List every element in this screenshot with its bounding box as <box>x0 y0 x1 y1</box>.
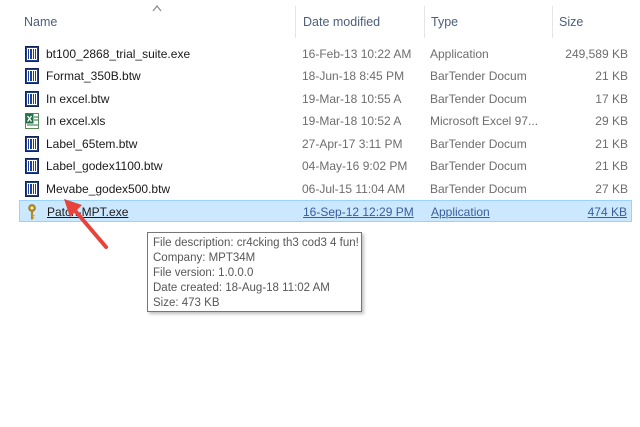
file-name: In excel.xls <box>46 114 106 128</box>
file-row[interactable]: bt100_2868_trial_suite.exe 16-Feb-13 10:2… <box>19 43 632 65</box>
file-name: In excel.btw <box>46 92 110 106</box>
file-name: Format_350B.btw <box>46 69 141 83</box>
column-header-date-modified[interactable]: Date modified <box>303 15 380 29</box>
file-size: 21 KB <box>595 159 628 173</box>
tooltip-date-created: Date created: 18-Aug-18 11:02 AM <box>153 282 330 294</box>
key-icon <box>26 204 40 220</box>
file-date-modified: 16-Sep-12 12:29 PM <box>303 205 414 219</box>
file-size: 29 KB <box>595 114 628 128</box>
tooltip-company: Company: MPT34M <box>153 252 256 264</box>
file-date-modified: 16-Feb-13 10:22 AM <box>302 47 412 61</box>
column-divider[interactable] <box>552 6 553 38</box>
bartender-icon <box>25 136 39 152</box>
file-size: 21 KB <box>595 137 628 151</box>
tooltip-size: Size: 473 KB <box>153 297 220 309</box>
column-header-size[interactable]: Size <box>559 15 583 29</box>
file-type: BarTender Docum <box>430 92 527 106</box>
file-type: Application <box>431 205 490 219</box>
bartender-icon <box>25 158 39 174</box>
file-date-modified: 19-Mar-18 10:55 A <box>302 92 402 106</box>
file-date-modified: 27-Apr-17 3:11 PM <box>302 137 403 151</box>
file-type: BarTender Docum <box>430 137 527 151</box>
red-arrow-annotation <box>64 199 108 249</box>
file-size: 249,589 KB <box>565 47 628 61</box>
bartender-icon <box>25 46 39 62</box>
column-divider[interactable] <box>424 6 425 38</box>
bartender-icon <box>25 91 39 107</box>
column-header-bar: Name Date modified Type Size <box>0 0 640 38</box>
file-row[interactable]: Label_godex1100.btw 04-May-16 9:02 PM BarT… <box>19 155 632 177</box>
file-row[interactable]: In excel.btw 19-Mar-18 10:55 A BarTender D… <box>19 88 632 110</box>
file-date-modified: 18-Jun-18 8:45 PM <box>302 69 405 83</box>
file-size: 17 KB <box>595 92 628 106</box>
file-size: 27 KB <box>595 182 628 196</box>
file-row[interactable]: Mevabe_godex500.btw 06-Jul-15 11:04 AM Bar… <box>19 178 632 200</box>
file-name: Label_65tem.btw <box>46 137 138 151</box>
file-row[interactable]: In excel.xls 19-Mar-18 10:52 A Microsoft E… <box>19 110 632 132</box>
bartender-icon <box>25 68 39 84</box>
file-type: BarTender Docum <box>430 159 527 173</box>
file-info-tooltip: File description: cr4cking th3 cod3 4 fu… <box>147 232 362 312</box>
file-size: 474 KB <box>587 205 627 219</box>
file-row[interactable]: Patch-MPT.exe 16-Sep-12 12:29 PM Applicati… <box>19 200 632 222</box>
column-divider[interactable] <box>295 6 296 38</box>
bartender-icon <box>25 181 39 197</box>
sort-ascending-icon <box>152 5 162 12</box>
tooltip-file-version: File version: 1.0.0.0 <box>153 267 254 279</box>
file-date-modified: 04-May-16 9:02 PM <box>302 159 408 173</box>
file-row[interactable]: Label_65tem.btw 27-Apr-17 3:11 PM BarTende… <box>19 133 632 155</box>
file-name: Mevabe_godex500.btw <box>46 182 171 196</box>
file-row[interactable]: Format_350B.btw 18-Jun-18 8:45 PM BarTende… <box>19 65 632 87</box>
column-header-name[interactable]: Name <box>24 15 57 29</box>
file-type: Microsoft Excel 97... <box>430 114 539 128</box>
excel-icon <box>25 113 39 129</box>
file-date-modified: 19-Mar-18 10:52 A <box>302 114 402 128</box>
column-header-type[interactable]: Type <box>431 15 458 29</box>
file-name: bt100_2868_trial_suite.exe <box>46 47 191 61</box>
tooltip-description: File description: cr4cking th3 cod3 4 fu… <box>153 237 359 249</box>
file-date-modified: 06-Jul-15 11:04 AM <box>302 182 406 196</box>
file-type: BarTender Docum <box>430 69 527 83</box>
file-type: Application <box>430 47 489 61</box>
file-size: 21 KB <box>595 69 628 83</box>
file-name: Label_godex1100.btw <box>46 159 163 173</box>
file-type: BarTender Docum <box>430 182 527 196</box>
